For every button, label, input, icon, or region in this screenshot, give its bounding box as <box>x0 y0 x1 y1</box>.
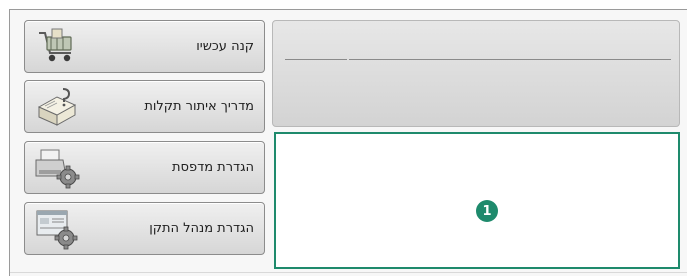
driver-manager-setup-label: הגדרת מנהל התקן <box>149 221 254 236</box>
highlighted-content-area: 1 <box>274 132 680 269</box>
troubleshooting-book-icon <box>33 85 81 129</box>
driver-window-gear-icon <box>33 207 81 251</box>
printer-setup-label: הגדרת מדפסת <box>172 160 254 175</box>
printer-gear-icon <box>33 146 81 190</box>
frame-bottom-edge <box>10 272 687 273</box>
shopping-cart-icon <box>33 25 81 69</box>
printer-setup-button[interactable]: הגדרת מדפסת <box>24 141 265 194</box>
info-panel-divider-left <box>285 59 347 60</box>
info-panel-divider-right <box>349 59 671 60</box>
buy-now-button[interactable]: קנה עכשיו <box>24 20 265 73</box>
info-panel <box>272 20 680 127</box>
buy-now-label: קנה עכשיו <box>196 39 254 54</box>
driver-manager-setup-button[interactable]: הגדרת מנהל התקן <box>24 202 265 255</box>
troubleshooting-guide-button[interactable]: מדריך איתור תקלות <box>24 80 265 133</box>
callout-badge: 1 <box>476 200 498 222</box>
troubleshooting-guide-label: מדריך איתור תקלות <box>144 99 254 114</box>
